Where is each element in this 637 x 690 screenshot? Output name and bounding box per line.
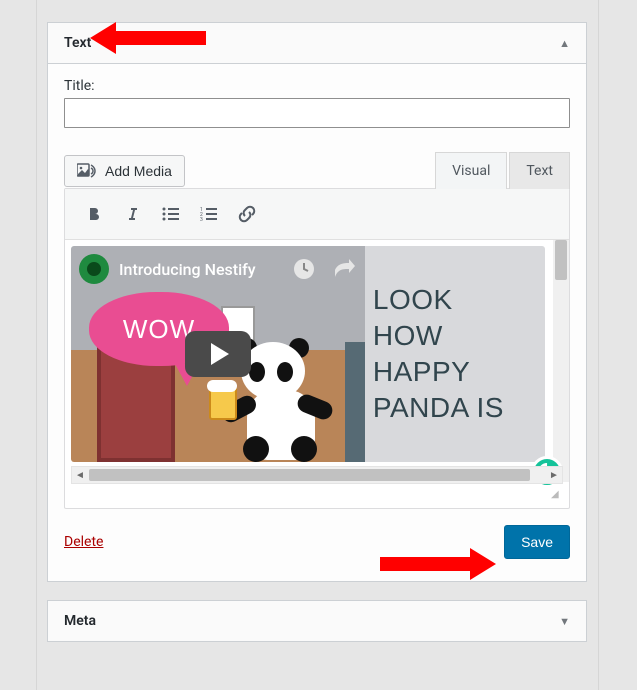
editor-content[interactable]: WOW [65, 240, 569, 508]
media-icon [77, 162, 97, 180]
svg-text:3: 3 [200, 217, 203, 222]
widget-text: Text ▲ Title: Add Media Visual Text [47, 22, 587, 582]
widget-meta: Meta ▼ [47, 600, 587, 642]
scroll-left-icon[interactable]: ◄ [72, 467, 88, 483]
play-button[interactable] [185, 331, 251, 377]
widget-meta-header[interactable]: Meta ▼ [48, 601, 586, 641]
tab-visual[interactable]: Visual [435, 152, 507, 189]
annotation-arrow [380, 557, 476, 571]
annotation-arrow [110, 31, 206, 45]
resize-grip-icon[interactable]: ◢ [551, 490, 561, 500]
video-embed[interactable]: WOW [71, 246, 545, 462]
number-list-button[interactable]: 123 [199, 204, 219, 224]
title-input[interactable] [64, 98, 570, 128]
expand-icon[interactable]: ▼ [559, 615, 570, 628]
editor: 123 [64, 188, 570, 509]
vertical-scrollbar[interactable] [553, 240, 569, 482]
collapse-icon[interactable]: ▲ [559, 37, 570, 50]
link-button[interactable] [237, 204, 257, 224]
italic-button[interactable] [123, 204, 143, 224]
add-media-label: Add Media [105, 163, 172, 179]
scroll-right-icon[interactable]: ► [546, 467, 562, 483]
delete-link[interactable]: Delete [64, 534, 103, 550]
bullet-list-button[interactable] [161, 204, 181, 224]
editor-toolbar: 123 [65, 189, 569, 240]
title-label: Title: [64, 78, 570, 94]
widget-meta-title: Meta [64, 613, 96, 629]
video-title: Introducing Nestify [119, 260, 281, 279]
horizontal-scrollbar[interactable]: ◄ ► [71, 466, 563, 484]
share-icon[interactable] [331, 256, 357, 282]
add-media-button[interactable]: Add Media [64, 155, 185, 187]
channel-avatar[interactable] [79, 254, 109, 284]
watch-later-icon[interactable] [291, 256, 317, 282]
bold-button[interactable] [85, 204, 105, 224]
save-button[interactable]: Save [504, 525, 570, 559]
tab-text[interactable]: Text [509, 152, 570, 189]
editor-mode-tabs: Visual Text [435, 152, 570, 189]
widget-text-title: Text [64, 35, 91, 51]
video-caption: LOOK HOW HAPPY PANDA IS [365, 246, 545, 462]
